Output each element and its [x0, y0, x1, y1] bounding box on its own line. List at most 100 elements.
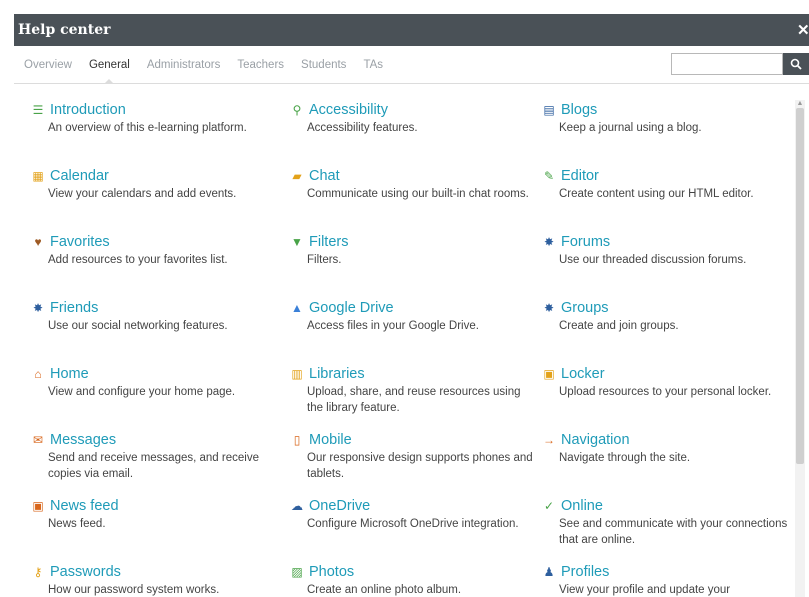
help-topic-link[interactable]: Filters [309, 234, 348, 250]
help-topic-header: ✸ Friends [28, 299, 278, 317]
help-topic-description: Configure Microsoft OneDrive integration… [307, 518, 519, 530]
help-topic-header: ✉ Messages [28, 431, 278, 449]
help-topic-header: ✓ Online [539, 497, 789, 515]
key-icon: ⚷ [33, 565, 43, 579]
help-topic-header: ✸ Forums [539, 233, 789, 251]
help-topic-description: Communicate using our built-in chat room… [307, 188, 529, 200]
help-topic-description: Add resources to your favorites list. [48, 254, 228, 266]
help-topic-profiles: ♟ Profiles View your profile and update yo… [539, 563, 789, 597]
help-topic-header: ▲ Google Drive [287, 299, 537, 317]
help-topic-link[interactable]: Favorites [50, 234, 110, 250]
search-box [671, 53, 809, 75]
calendar-icon: ▦ [32, 169, 44, 183]
help-topic-header: ▥ Libraries [287, 365, 537, 383]
help-topic-description: Upload, share, and reuse resources using… [307, 386, 521, 414]
help-topic-forums: ✸ Forums Use our threaded discussion forum… [539, 233, 789, 268]
help-topic-description: View your calendars and add events. [48, 188, 237, 200]
help-topic-link[interactable]: Accessibility [309, 102, 388, 118]
title-bar: Help center ✕ [14, 14, 809, 46]
help-topic-header: → Navigation [539, 431, 789, 449]
help-topic-description: View your profile and update your [559, 584, 731, 596]
search-input[interactable] [671, 53, 783, 75]
help-topic-description: Upload resources to your personal locker… [559, 386, 772, 398]
help-topic-passwords: ⚷ Passwords How our password system works. [28, 563, 278, 597]
help-topic-link[interactable]: Calendar [50, 168, 109, 184]
help-topic-header: ▦ Calendar [28, 167, 278, 185]
help-topic-description: Navigate through the site. [559, 452, 691, 464]
help-topic-description: Use our social networking features. [48, 320, 228, 332]
help-topic-news-feed: ▣ News feed News feed. [28, 497, 278, 532]
help-topic-link[interactable]: Navigation [561, 432, 630, 448]
help-topic-link[interactable]: OneDrive [309, 498, 370, 514]
search-button[interactable] [783, 53, 809, 75]
help-topic-calendar: ▦ Calendar View your calendars and add eve… [28, 167, 278, 202]
help-topic-description: Create an online photo album. [307, 584, 462, 596]
help-topic-link[interactable]: Messages [50, 432, 116, 448]
help-topic-link[interactable]: News feed [50, 498, 119, 514]
tab-general[interactable]: General [89, 59, 130, 84]
help-topic-link[interactable]: Libraries [309, 366, 365, 382]
help-center-dialog: Help center ✕ Overview General Administr… [14, 14, 809, 597]
help-topic-locker: ▣ Locker Upload resources to your personal… [539, 365, 789, 400]
locker-icon: ▣ [543, 367, 555, 381]
help-topic-link[interactable]: Mobile [309, 432, 352, 448]
help-topic-link[interactable]: Photos [309, 564, 354, 580]
tab-overview[interactable]: Overview [24, 59, 72, 71]
help-topic-header: ⌂ Home [28, 365, 278, 383]
help-topic-description: Our responsive design supports phones an… [307, 452, 533, 480]
help-topic-blogs: ▤ Blogs Keep a journal using a blog. [539, 101, 789, 136]
help-topic-link[interactable]: Google Drive [309, 300, 394, 316]
help-topic-link[interactable]: Locker [561, 366, 605, 382]
scrollbar[interactable]: ▲ [795, 100, 805, 597]
help-topic-friends: ✸ Friends Use our social networking featur… [28, 299, 278, 334]
tab-students[interactable]: Students [301, 59, 346, 71]
help-topic-link[interactable]: Introduction [50, 102, 126, 118]
close-icon[interactable]: ✕ [797, 21, 809, 39]
help-topic-link[interactable]: Friends [50, 300, 98, 316]
list-icon: ☰ [32, 103, 44, 117]
tab-teachers[interactable]: Teachers [237, 59, 284, 71]
help-topic-header: ▤ Blogs [539, 101, 789, 119]
cloud-icon: ☁ [291, 499, 303, 513]
help-topic-description: See and communicate with your connection… [559, 518, 788, 546]
help-topic-link[interactable]: Forums [561, 234, 610, 250]
search-icon [790, 58, 802, 70]
help-topic-link[interactable]: Online [561, 498, 603, 514]
help-topic-header: ▨ Photos [287, 563, 537, 581]
photo-icon: ▨ [291, 565, 303, 579]
book-icon: ▤ [543, 103, 555, 117]
home-icon: ⌂ [34, 367, 42, 381]
help-topic-link[interactable]: Passwords [50, 564, 121, 580]
tab-administrators[interactable]: Administrators [147, 59, 221, 71]
libraries-icon: ▥ [291, 367, 303, 381]
help-topic-link[interactable]: Blogs [561, 102, 597, 118]
scroll-up-arrow-icon[interactable]: ▲ [795, 100, 805, 107]
help-topic-libraries: ▥ Libraries Upload, share, and reuse resou… [287, 365, 537, 416]
scrollbar-thumb[interactable] [796, 108, 804, 464]
groups-icon: ✸ [543, 301, 555, 315]
help-topic-description: Accessibility features. [307, 122, 418, 134]
tab-tas[interactable]: TAs [363, 59, 383, 71]
help-topic-header: ▯ Mobile [287, 431, 537, 449]
mobile-icon: ▯ [293, 433, 301, 447]
help-topic-header: ✎ Editor [539, 167, 789, 185]
help-topic-link[interactable]: Chat [309, 168, 340, 184]
tab-bar: Overview General Administrators Teachers… [14, 46, 809, 84]
help-topic-header: ▼ Filters [287, 233, 537, 251]
help-topic-link[interactable]: Editor [561, 168, 599, 184]
help-topic-header: ☁ OneDrive [287, 497, 537, 515]
help-topic-header: ♥ Favorites [28, 233, 278, 251]
help-topic-mobile: ▯ Mobile Our responsive design supports ph… [287, 431, 537, 482]
help-topic-header: ♟ Profiles [539, 563, 789, 581]
help-topic-link[interactable]: Profiles [561, 564, 609, 580]
help-topic-description: Create content using our HTML editor. [559, 188, 754, 200]
help-topic-description: Use our threaded discussion forums. [559, 254, 747, 266]
profile-icon: ♟ [543, 565, 555, 579]
dialog-title: Help center [18, 22, 111, 38]
pencil-icon: ✎ [543, 169, 555, 183]
help-topic-link[interactable]: Home [50, 366, 89, 382]
checkmark-icon: ✓ [543, 499, 555, 513]
help-topic-filters: ▼ Filters Filters. [287, 233, 537, 268]
help-topic-link[interactable]: Groups [561, 300, 609, 316]
help-topic-description: Create and join groups. [559, 320, 679, 332]
